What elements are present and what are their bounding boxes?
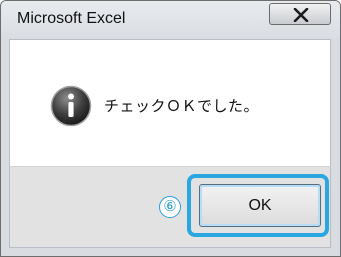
window-frame-bottom <box>1 248 340 256</box>
window-title: Microsoft Excel <box>17 10 126 27</box>
close-x-icon <box>293 8 309 22</box>
ok-button[interactable]: OK <box>199 184 321 227</box>
message-area: チェックＯＫでした。 <box>9 39 331 166</box>
information-icon <box>50 85 92 127</box>
close-button[interactable] <box>269 3 331 25</box>
window-frame-left <box>1 39 9 254</box>
step-number-badge: ⑥ <box>159 196 181 218</box>
message-text: チェックＯＫでした。 <box>104 97 260 115</box>
title-bar: Microsoft Excel <box>1 1 340 39</box>
window-frame-right <box>332 39 340 254</box>
